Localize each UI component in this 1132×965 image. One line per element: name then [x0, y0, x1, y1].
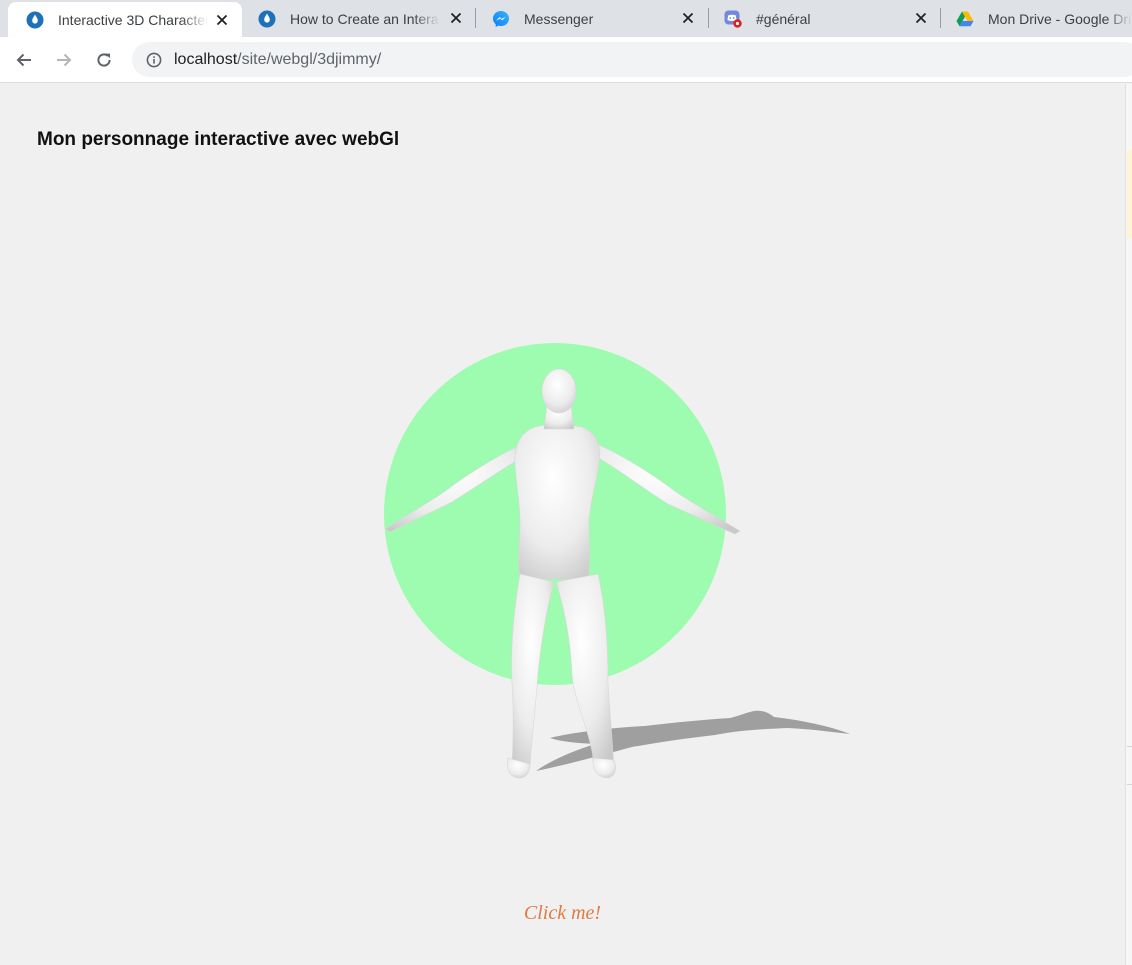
tab-title: Mon Drive - Google Drive: [988, 10, 1132, 27]
scrollbar-marker: [1127, 150, 1132, 238]
url-host: localhost: [174, 50, 238, 68]
close-icon[interactable]: [213, 11, 231, 29]
address-bar[interactable]: localhost/site/webgl/3djimmy/: [132, 42, 1132, 77]
tab-google-drive[interactable]: Mon Drive - Google Drive: [938, 0, 1132, 37]
back-arrow-icon[interactable]: [10, 46, 38, 74]
character-scene: [384, 343, 850, 779]
close-icon[interactable]: [912, 9, 930, 27]
url-text: localhost/site/webgl/3djimmy/: [174, 51, 381, 69]
url-path: /site/webgl/3djimmy/: [237, 50, 382, 68]
tab-title: Messenger: [524, 10, 594, 27]
tab-how-to-create[interactable]: How to Create an Interactive: [240, 0, 474, 37]
click-me-link[interactable]: Click me!: [0, 902, 1125, 925]
drupal-icon: [258, 10, 276, 28]
drupal-icon: [26, 11, 44, 29]
close-icon[interactable]: [447, 9, 465, 27]
tab-interactive-3d-character[interactable]: Interactive 3D Character: [8, 2, 242, 37]
scrollbar-marker: [1127, 746, 1132, 747]
scrollbar[interactable]: [1125, 84, 1132, 965]
page-content: Mon personnage interactive avec webGl Cl…: [0, 84, 1125, 965]
scrollbar-marker: [1127, 784, 1132, 785]
page-title: Mon personnage interactive avec webGl: [37, 129, 400, 150]
tab-strip: Interactive 3D Character How to Create a…: [0, 0, 1132, 37]
tab-general[interactable]: #général: [706, 0, 940, 37]
google-drive-icon: [956, 10, 974, 28]
tab-title: #général: [756, 10, 811, 27]
tab-title: How to Create an Interactive: [290, 10, 440, 27]
close-icon[interactable]: [679, 9, 697, 27]
tab-messenger[interactable]: Messenger: [474, 0, 708, 37]
webgl-canvas[interactable]: [370, 334, 870, 804]
info-icon[interactable]: [146, 52, 162, 68]
tab-title: Interactive 3D Character: [58, 11, 208, 28]
forward-arrow-icon[interactable]: [50, 46, 78, 74]
reload-icon[interactable]: [90, 46, 118, 74]
messenger-icon: [492, 10, 510, 28]
browser-toolbar: localhost/site/webgl/3djimmy/: [0, 37, 1132, 83]
discord-icon: [724, 10, 742, 28]
